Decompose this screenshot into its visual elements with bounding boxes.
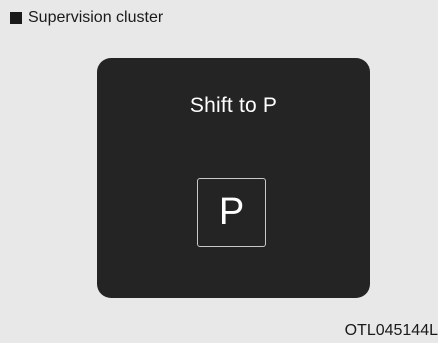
- caption: Supervision cluster: [10, 8, 163, 28]
- cluster-display-panel: Shift to P P: [97, 58, 370, 298]
- shift-message: Shift to P: [189, 94, 278, 117]
- reference-code: OTL045144L: [344, 322, 438, 339]
- square-bullet-icon: [10, 12, 22, 24]
- caption-text: Supervision cluster: [28, 9, 164, 26]
- gear-indicator-label: P: [218, 191, 245, 233]
- gear-indicator: P: [197, 178, 266, 247]
